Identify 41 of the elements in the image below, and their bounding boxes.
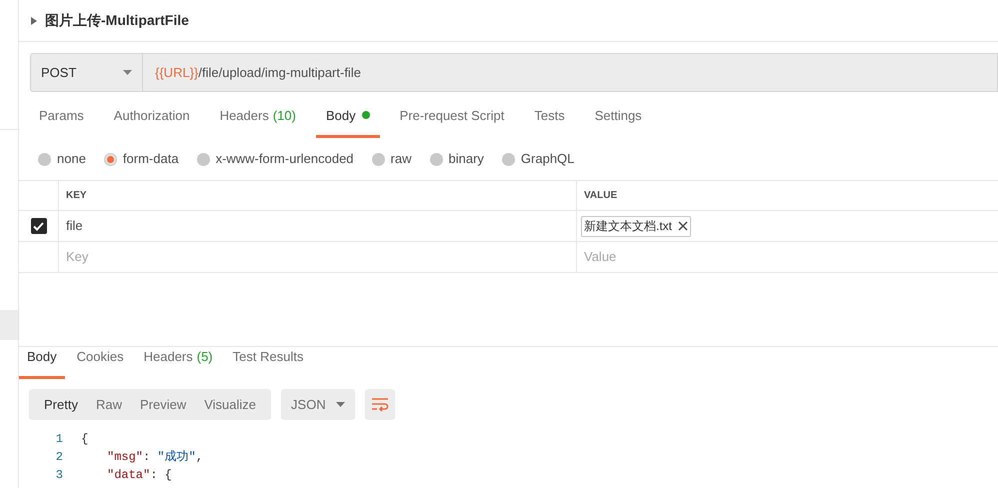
response-tab[interactable]: Headers (5) bbox=[136, 347, 221, 379]
response-tab[interactable]: Body bbox=[19, 347, 65, 379]
expand-icon[interactable] bbox=[31, 16, 37, 24]
file-chip[interactable]: 新建文本文档.txt bbox=[581, 216, 692, 236]
wrap-icon bbox=[371, 398, 390, 412]
request-tab[interactable]: Pre-request Script bbox=[390, 106, 514, 138]
view-tab[interactable]: Pretty bbox=[35, 389, 87, 420]
key-cell[interactable]: file bbox=[66, 216, 83, 236]
request-tab[interactable]: Params bbox=[29, 106, 94, 138]
body-type-radio[interactable]: binary bbox=[430, 149, 484, 169]
request-tab[interactable]: Body bbox=[316, 106, 380, 138]
body-type-radio[interactable]: none bbox=[38, 149, 86, 169]
column-header: VALUE bbox=[584, 189, 618, 203]
caret-icon bbox=[336, 402, 346, 407]
view-tab[interactable]: Preview bbox=[130, 389, 196, 420]
line-number: 1 bbox=[54, 431, 63, 448]
wrap-button[interactable] bbox=[365, 389, 396, 420]
code-line: "data": { bbox=[107, 467, 172, 484]
format-select[interactable]: JSON bbox=[281, 389, 356, 420]
view-tab[interactable]: Visualize bbox=[195, 389, 266, 420]
line-number: 2 bbox=[54, 449, 63, 466]
column-header: KEY bbox=[66, 189, 87, 203]
body-type-radio[interactable]: raw bbox=[372, 149, 412, 169]
request-tab[interactable]: Settings bbox=[584, 106, 652, 138]
body-type-radio[interactable]: x-www-form-urlencoded bbox=[196, 149, 354, 169]
remove-icon[interactable] bbox=[678, 221, 688, 231]
value-input[interactable]: Value bbox=[584, 247, 991, 267]
key-input[interactable]: Key bbox=[66, 247, 569, 267]
line-number: 3 bbox=[54, 467, 63, 484]
view-tab[interactable]: Raw bbox=[86, 389, 131, 420]
row-checkbox[interactable] bbox=[30, 218, 46, 234]
code-line: { bbox=[81, 431, 88, 448]
code-line: "msg": "成功", bbox=[107, 449, 204, 466]
body-type-radio[interactable]: form-data bbox=[104, 149, 179, 169]
request-title: 图片上传-MultipartFile bbox=[45, 11, 189, 30]
request-tab[interactable]: Tests bbox=[524, 106, 575, 138]
request-tab[interactable]: Authorization bbox=[104, 106, 200, 138]
body-type-radio[interactable]: GraphQL bbox=[502, 149, 574, 169]
response-tab[interactable]: Cookies bbox=[68, 347, 132, 379]
request-tab[interactable]: Headers (10) bbox=[210, 106, 306, 138]
response-tab[interactable]: Test Results bbox=[224, 347, 312, 379]
